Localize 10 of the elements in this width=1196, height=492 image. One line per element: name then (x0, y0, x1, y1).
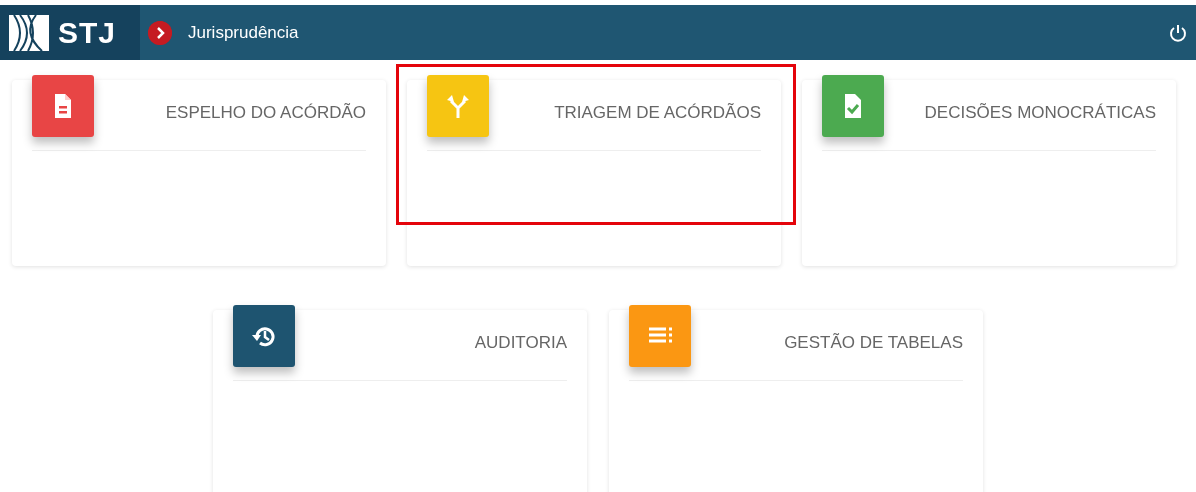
card-title: DECISÕES MONOCRÁTICAS (924, 102, 1156, 124)
card-title: GESTÃO DE TABELAS (784, 332, 963, 354)
section-title: Jurisprudência (188, 21, 299, 44)
power-icon[interactable] (1168, 22, 1188, 43)
card-title: TRIAGEM DE ACÓRDÃOS (554, 102, 761, 124)
logo-text: STJ (58, 15, 117, 51)
logo-icon (8, 13, 50, 52)
card-title: AUDITORIA (474, 332, 567, 354)
card-title: ESPELHO DO ACÓRDÃO (165, 102, 366, 124)
chevron-right-icon (148, 20, 172, 45)
